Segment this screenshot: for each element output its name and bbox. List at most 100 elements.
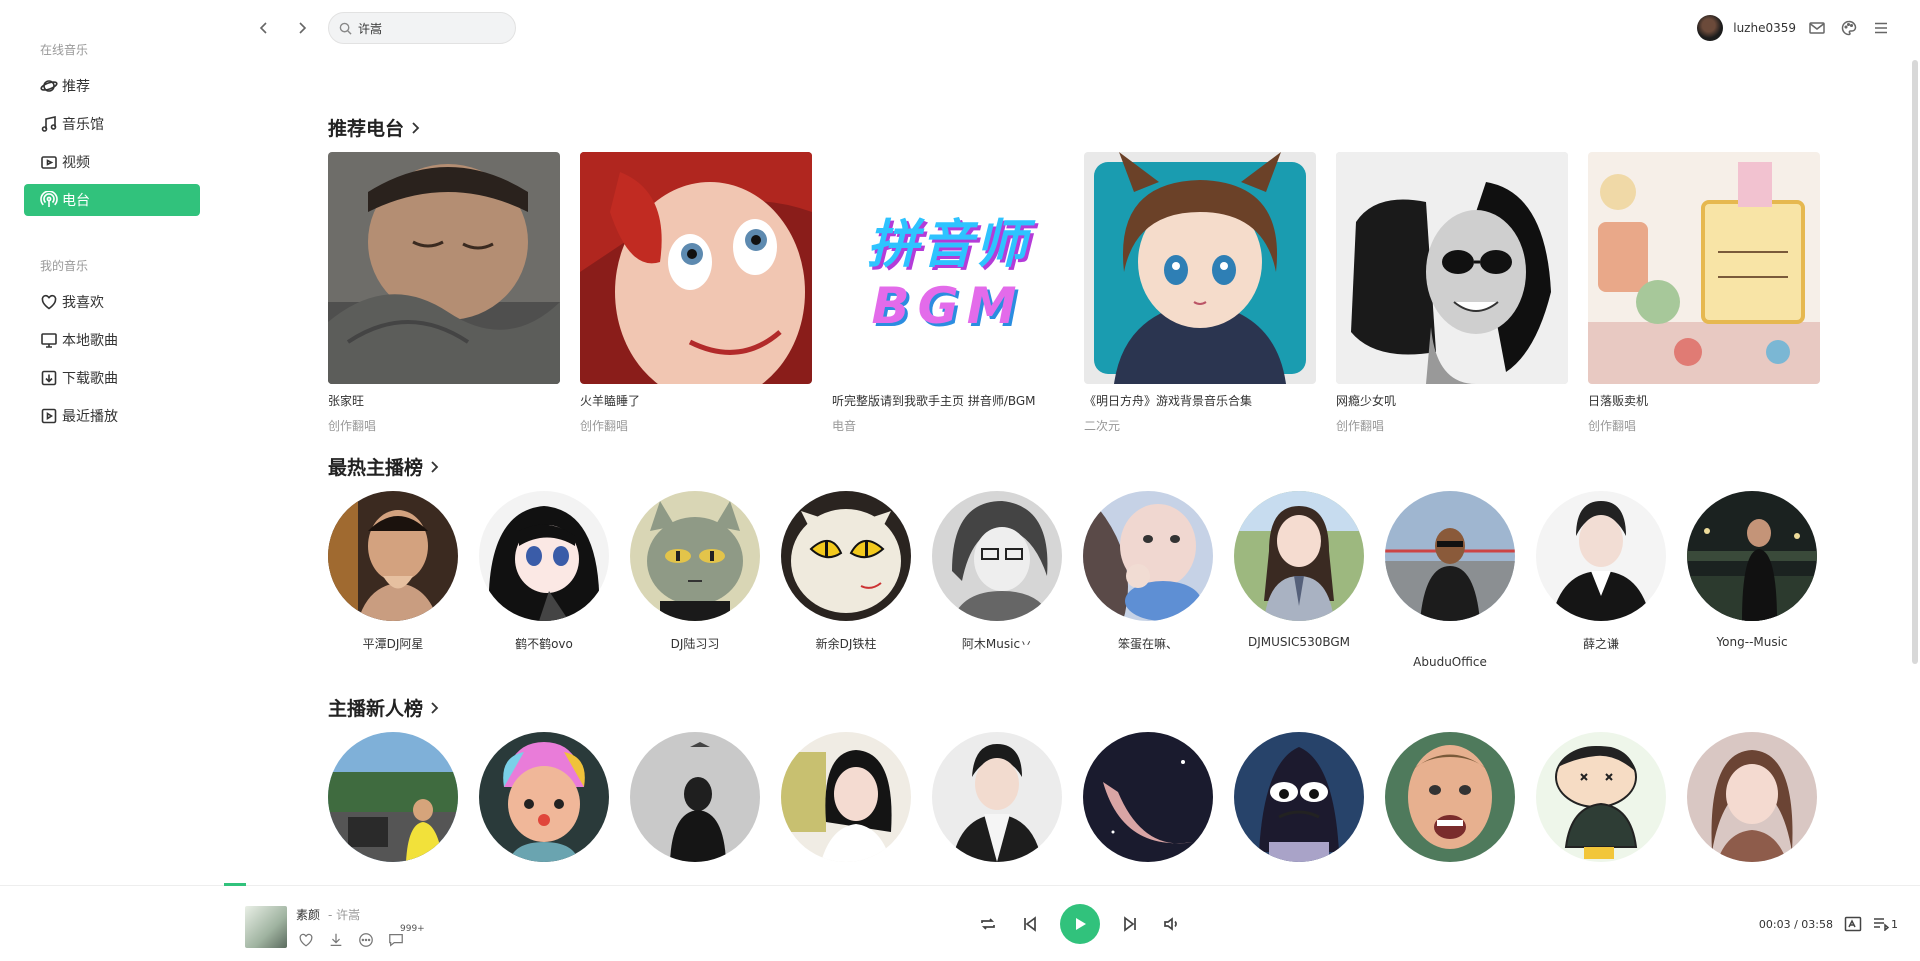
song-artist[interactable]: - 许嵩: [328, 906, 360, 923]
new-anchor-card[interactable]: [1687, 732, 1817, 862]
anchor-avatar[interactable]: [932, 732, 1062, 862]
anchor-name[interactable]: Yong--Music: [1687, 635, 1817, 649]
more-button[interactable]: [356, 930, 376, 950]
radio-name[interactable]: 听完整版请到我歌手主页 拼音师/BGM: [832, 392, 1064, 409]
new-anchor-card[interactable]: [1083, 732, 1213, 862]
anchor-name[interactable]: 薛之谦: [1536, 635, 1666, 652]
sidebar-item-video[interactable]: 视频: [24, 146, 200, 178]
mail-button[interactable]: [1806, 17, 1828, 39]
radio-cover-image[interactable]: [580, 152, 812, 384]
sidebar-item-recent[interactable]: 最近播放: [24, 400, 200, 432]
anchor-card[interactable]: 笨蛋在嘛、: [1083, 491, 1213, 652]
search-box[interactable]: [328, 12, 516, 44]
anchor-avatar[interactable]: [1083, 732, 1213, 862]
anchor-avatar[interactable]: [781, 491, 911, 621]
play-button[interactable]: [1060, 904, 1100, 944]
radio-name[interactable]: 日落贩卖机: [1588, 392, 1820, 409]
menu-button[interactable]: [1870, 17, 1892, 39]
anchor-avatar[interactable]: [781, 732, 911, 862]
anchor-card[interactable]: Yong--Music: [1687, 491, 1817, 649]
radio-cover-image[interactable]: [1336, 152, 1568, 384]
anchor-avatar[interactable]: [479, 732, 609, 862]
anchor-card[interactable]: 新余DJ铁柱: [781, 491, 911, 652]
new-anchor-title[interactable]: 主播新人榜: [328, 694, 439, 721]
anchor-avatar[interactable]: [932, 491, 1062, 621]
radio-name[interactable]: 火羊瞌睡了: [580, 392, 812, 409]
anchor-name[interactable]: 阿木Music丷: [932, 635, 1062, 652]
new-anchor-card[interactable]: [781, 732, 911, 862]
new-anchor-card[interactable]: [479, 732, 609, 862]
song-cover-image[interactable]: [245, 906, 287, 948]
anchor-name[interactable]: DJ陆习习: [630, 635, 760, 652]
radio-cover-image[interactable]: 拼音师 BGM: [832, 152, 1064, 384]
username[interactable]: luzhe0359: [1733, 21, 1796, 35]
anchor-name[interactable]: 鹤不鹤ovo: [479, 635, 609, 652]
new-anchor-card[interactable]: [1385, 732, 1515, 862]
playlist-button[interactable]: 1: [1873, 914, 1898, 934]
radio-card[interactable]: 火羊瞌睡了 创作翻唱: [580, 152, 812, 434]
song-title[interactable]: 素颜: [296, 906, 320, 923]
radio-card[interactable]: 《明日方舟》游戏背景音乐合集 二次元: [1084, 152, 1316, 434]
anchor-avatar[interactable]: [630, 491, 760, 621]
new-anchor-card[interactable]: [630, 732, 760, 862]
radio-name[interactable]: 《明日方舟》游戏背景音乐合集: [1084, 392, 1316, 409]
anchor-name[interactable]: 新余DJ铁柱: [781, 635, 911, 652]
anchor-avatar[interactable]: [328, 491, 458, 621]
previous-button[interactable]: [1018, 912, 1042, 936]
anchor-avatar[interactable]: [1234, 491, 1364, 621]
anchor-avatar[interactable]: [1234, 732, 1364, 862]
anchor-avatar[interactable]: [1083, 491, 1213, 621]
anchor-name[interactable]: 平潭DJ阿星: [328, 635, 458, 652]
radio-name[interactable]: 张家旺: [328, 392, 560, 409]
avatar[interactable]: [1697, 15, 1724, 41]
anchor-avatar[interactable]: [1385, 491, 1515, 621]
anchor-avatar[interactable]: [1687, 732, 1817, 862]
skin-button[interactable]: [1838, 17, 1860, 39]
sidebar-item-favorites[interactable]: 我喜欢: [24, 286, 200, 318]
back-button[interactable]: [254, 16, 274, 40]
radio-card[interactable]: 网瘾少女叽 创作翻唱: [1336, 152, 1568, 434]
new-anchor-card[interactable]: [932, 732, 1062, 862]
radio-card[interactable]: 张家旺 创作翻唱: [328, 152, 560, 434]
download-button[interactable]: [326, 930, 346, 950]
volume-button[interactable]: [1160, 912, 1184, 936]
anchor-name[interactable]: AbuduOffice: [1385, 655, 1515, 669]
anchor-name[interactable]: 笨蛋在嘛、: [1083, 635, 1213, 652]
anchor-avatar[interactable]: [630, 732, 760, 862]
like-button[interactable]: [296, 930, 316, 950]
anchor-card[interactable]: DJ陆习习: [630, 491, 760, 652]
radio-cover-image[interactable]: [1588, 152, 1820, 384]
forward-button[interactable]: [292, 16, 312, 40]
sidebar-item-radio[interactable]: 电台: [24, 184, 200, 216]
recommended-radio-title[interactable]: 推荐电台: [328, 114, 420, 141]
radio-cover-image[interactable]: [1084, 152, 1316, 384]
next-button[interactable]: [1118, 912, 1142, 936]
radio-cover-image[interactable]: [328, 152, 560, 384]
sidebar-item-music-hall[interactable]: 音乐馆: [24, 108, 200, 140]
anchor-avatar[interactable]: [1385, 732, 1515, 862]
loop-mode-button[interactable]: [976, 912, 1000, 936]
sidebar-item-local-songs[interactable]: 本地歌曲: [24, 324, 200, 356]
anchor-avatar[interactable]: [1536, 491, 1666, 621]
radio-card[interactable]: 日落贩卖机 创作翻唱: [1588, 152, 1820, 434]
anchor-card[interactable]: AbuduOffice: [1385, 491, 1515, 669]
sidebar-item-downloads[interactable]: 下载歌曲: [24, 362, 200, 394]
anchor-avatar[interactable]: [328, 732, 458, 862]
anchor-card[interactable]: DJMUSIC530BGM: [1234, 491, 1364, 649]
anchor-card[interactable]: 平潭DJ阿星: [328, 491, 458, 652]
sidebar-item-recommend[interactable]: 推荐: [24, 70, 200, 102]
anchor-avatar[interactable]: [1536, 732, 1666, 862]
comment-button[interactable]: 999+: [386, 924, 425, 950]
new-anchor-card[interactable]: [1234, 732, 1364, 862]
new-anchor-card[interactable]: [1536, 732, 1666, 862]
anchor-card[interactable]: 薛之谦: [1536, 491, 1666, 652]
progress-bar[interactable]: [224, 883, 246, 886]
anchor-card[interactable]: 鹤不鹤ovo: [479, 491, 609, 652]
scrollbar[interactable]: [1912, 60, 1918, 664]
hot-anchor-title[interactable]: 最热主播榜: [328, 453, 439, 480]
new-anchor-card[interactable]: [328, 732, 458, 862]
search-input[interactable]: [358, 21, 498, 35]
anchor-avatar[interactable]: [479, 491, 609, 621]
anchor-name[interactable]: DJMUSIC530BGM: [1234, 635, 1364, 649]
anchor-card[interactable]: 阿木Music丷: [932, 491, 1062, 652]
